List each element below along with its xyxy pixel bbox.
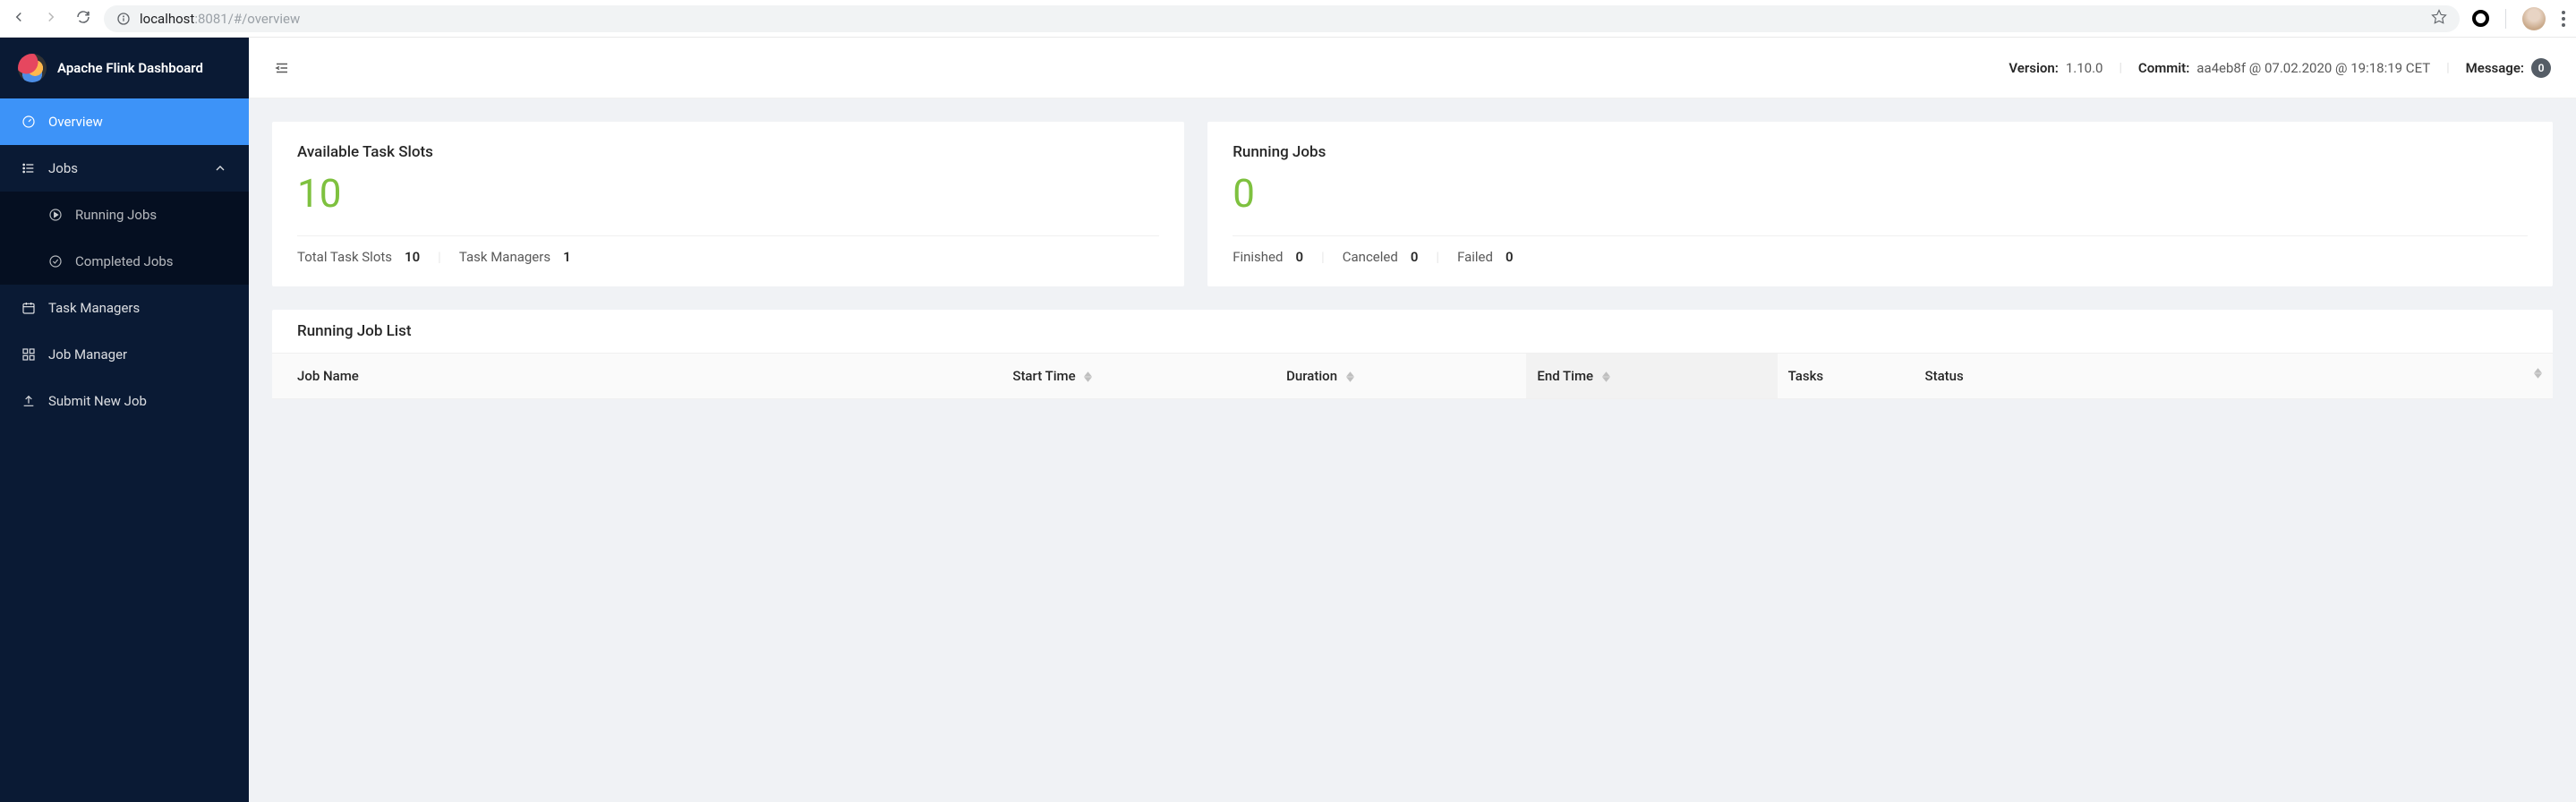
sidebar-item-running-jobs[interactable]: Running Jobs — [0, 192, 249, 238]
job-list-table: Job Name Start Time Duration — [272, 353, 2553, 399]
message-count-badge: 0 — [2531, 58, 2551, 78]
sidebar-item-label: Submit New Job — [48, 393, 147, 409]
finished-value: 0 — [1295, 249, 1303, 265]
sidebar-item-label: Overview — [48, 114, 103, 130]
chrome-divider — [2505, 9, 2506, 29]
sidebar-item-label: Completed Jobs — [75, 253, 174, 269]
address-bar[interactable]: localhost:8081/#/overview — [104, 5, 2460, 32]
list-title: Running Job List — [272, 310, 2553, 353]
extension-icon[interactable] — [2472, 10, 2489, 27]
topbar: Version: 1.10.0 | Commit: aa4eb8f @ 07.0… — [249, 38, 2576, 98]
sidebar-item-task-managers[interactable]: Task Managers — [0, 285, 249, 331]
version-meta: Version: 1.10.0 — [2009, 60, 2103, 76]
grid-icon — [21, 347, 36, 362]
check-circle-icon — [48, 254, 63, 269]
sidebar-item-completed-jobs[interactable]: Completed Jobs — [0, 238, 249, 285]
sidebar: Apache Flink Dashboard Overview Jobs Run… — [0, 38, 249, 802]
finished-label: Finished — [1233, 249, 1283, 265]
upload-icon — [21, 394, 36, 408]
sort-icon — [1346, 371, 1354, 382]
main-content: Version: 1.10.0 | Commit: aa4eb8f @ 07.0… — [249, 38, 2576, 802]
running-jobs-value: 0 — [1233, 168, 2528, 219]
running-job-list-card: Running Job List Job Name Start Time — [272, 310, 2553, 399]
sidebar-item-label: Jobs — [48, 160, 78, 176]
running-jobs-card: Running Jobs 0 Finished 0 | Canceled 0 |… — [1207, 122, 2553, 286]
failed-label: Failed — [1457, 249, 1493, 265]
sort-icon — [2534, 368, 2542, 379]
sidebar-item-label: Task Managers — [48, 300, 140, 316]
sidebar-item-overview[interactable]: Overview — [0, 98, 249, 145]
app-title: Apache Flink Dashboard — [57, 60, 203, 76]
total-slots-label: Total Task Slots — [297, 249, 392, 265]
canceled-value: 0 — [1411, 249, 1419, 265]
total-slots-value: 10 — [405, 249, 420, 265]
collapse-sidebar-icon[interactable] — [274, 60, 290, 76]
profile-avatar[interactable] — [2522, 7, 2546, 30]
calendar-icon — [21, 301, 36, 315]
sort-icon — [1084, 371, 1092, 382]
browser-forward-icon — [43, 9, 59, 29]
sidebar-item-job-manager[interactable]: Job Manager — [0, 331, 249, 378]
sidebar-item-label: Job Manager — [48, 346, 127, 363]
col-end-time[interactable]: End Time — [1526, 354, 1777, 399]
browser-reload-icon[interactable] — [75, 9, 91, 29]
available-task-slots-card: Available Task Slots 10 Total Task Slots… — [272, 122, 1184, 286]
list-icon — [21, 161, 36, 175]
play-circle-icon — [48, 208, 63, 222]
canceled-label: Canceled — [1343, 249, 1398, 265]
card-title: Running Jobs — [1233, 143, 2528, 161]
col-job-name[interactable]: Job Name — [272, 354, 1002, 399]
col-duration[interactable]: Duration — [1275, 354, 1526, 399]
col-tasks[interactable]: Tasks — [1778, 354, 1915, 399]
sidebar-item-label: Running Jobs — [75, 207, 157, 223]
failed-value: 0 — [1506, 249, 1514, 265]
browser-chrome: localhost:8081/#/overview — [0, 0, 2576, 38]
col-start-time[interactable]: Start Time — [1002, 354, 1275, 399]
sidebar-jobs-submenu: Running Jobs Completed Jobs — [0, 192, 249, 285]
bookmark-star-icon[interactable] — [2431, 9, 2447, 29]
task-managers-label: Task Managers — [459, 249, 550, 265]
sidebar-item-submit-new-job[interactable]: Submit New Job — [0, 378, 249, 424]
dashboard-icon — [21, 115, 36, 129]
chevron-up-icon — [213, 161, 227, 175]
sort-icon — [1602, 371, 1610, 382]
site-info-icon[interactable] — [116, 12, 131, 26]
commit-meta: Commit: aa4eb8f @ 07.02.2020 @ 19:18:19 … — [2138, 60, 2430, 76]
flink-logo-icon — [18, 54, 47, 82]
browser-back-icon[interactable] — [11, 9, 27, 29]
available-slots-value: 10 — [297, 168, 1159, 219]
sidebar-item-jobs[interactable]: Jobs — [0, 145, 249, 192]
url-text: localhost:8081/#/overview — [140, 11, 300, 27]
task-managers-value: 1 — [563, 249, 571, 265]
brand[interactable]: Apache Flink Dashboard — [0, 38, 249, 98]
card-title: Available Task Slots — [297, 143, 1159, 161]
message-meta: Message: 0 — [2466, 58, 2551, 78]
col-status[interactable]: Status — [1915, 354, 2553, 399]
browser-menu-icon[interactable] — [2562, 11, 2565, 27]
